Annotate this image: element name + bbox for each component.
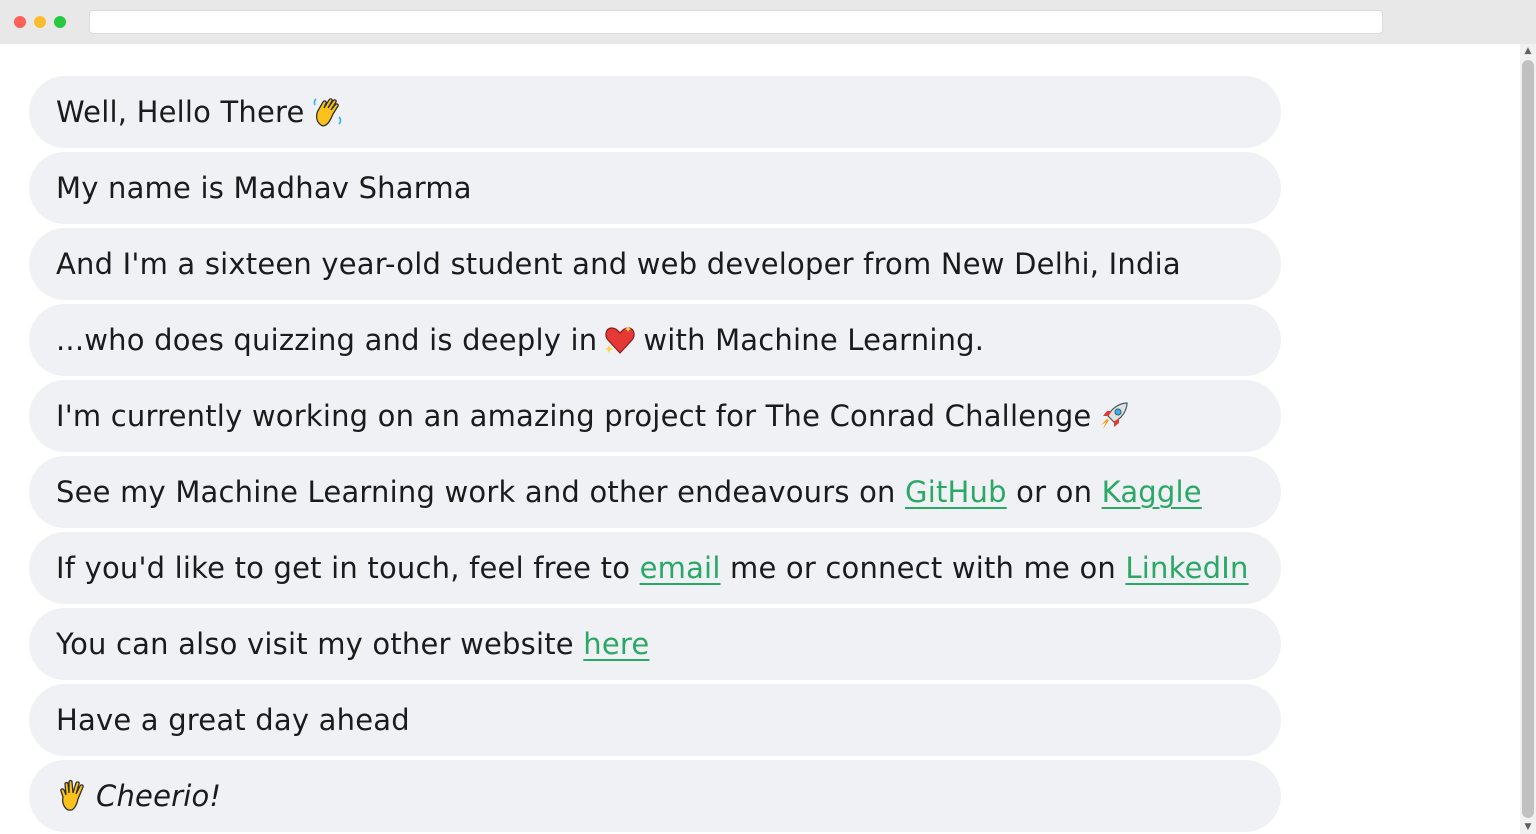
minimize-window-button[interactable] [34, 16, 46, 28]
message-text: me or connect with me on [730, 551, 1116, 585]
scroll-up-arrow-icon[interactable]: ▲ [1520, 44, 1536, 58]
message-text: I'm currently working on an amazing proj… [56, 399, 1092, 433]
message-text: You can also visit my other website [56, 627, 574, 661]
message-bubble-farewell: Have a great day ahead [29, 684, 1281, 756]
message-bubble-interests: ...who does quizzing and is deeply in wi… [29, 304, 1281, 376]
message-list: Well, Hello There My name is Madhav Shar… [29, 76, 1281, 834]
waving-hand-icon [311, 95, 345, 129]
message-text: Cheerio! [96, 779, 222, 813]
message-text: with Machine Learning. [643, 323, 985, 357]
address-bar[interactable] [89, 10, 1383, 34]
message-bubble-name: My name is Madhav Sharma [29, 152, 1281, 224]
message-text: If you'd like to get in touch, feel free… [56, 551, 631, 585]
rocket-icon [1097, 399, 1131, 433]
message-text: Well, Hello There [56, 95, 305, 129]
github-link[interactable]: GitHub [905, 475, 1007, 509]
scrollbar-thumb[interactable] [1522, 60, 1534, 818]
message-bubble-contact: If you'd like to get in touch, feel free… [29, 532, 1281, 604]
browser-chrome [0, 0, 1536, 44]
scroll-down-arrow-icon[interactable]: ▼ [1520, 820, 1536, 834]
page-viewport: Well, Hello There My name is Madhav Shar… [0, 44, 1520, 834]
email-link[interactable]: email [640, 551, 721, 585]
message-bubble-greeting: Well, Hello There [29, 76, 1281, 148]
other-website-link[interactable]: here [583, 627, 649, 661]
message-bubble-work: See my Machine Learning work and other e… [29, 456, 1281, 528]
vulcan-salute-icon [56, 779, 90, 813]
message-bubble-signoff: Cheerio! [29, 760, 1281, 832]
close-window-button[interactable] [14, 16, 26, 28]
message-bubble-about: And I'm a sixteen year-old student and w… [29, 228, 1281, 300]
message-bubble-website: You can also visit my other website here [29, 608, 1281, 680]
linkedin-link[interactable]: LinkedIn [1125, 551, 1248, 585]
message-text: And I'm a sixteen year-old student and w… [56, 247, 1181, 281]
message-text: My name is Madhav Sharma [56, 171, 472, 205]
maximize-window-button[interactable] [54, 16, 66, 28]
message-text: Have a great day ahead [56, 703, 410, 737]
vertical-scrollbar[interactable]: ▲ ▼ [1520, 44, 1536, 834]
sparkling-heart-icon [603, 323, 637, 357]
kaggle-link[interactable]: Kaggle [1102, 475, 1202, 509]
message-text: or on [1016, 475, 1093, 509]
message-bubble-project: I'm currently working on an amazing proj… [29, 380, 1281, 452]
message-text: ...who does quizzing and is deeply in [56, 323, 598, 357]
message-text: See my Machine Learning work and other e… [56, 475, 896, 509]
